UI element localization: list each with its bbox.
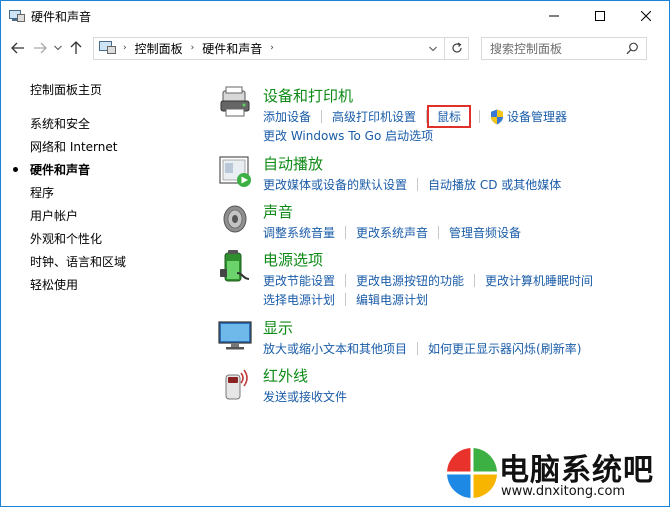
navigation-bar: › 控制面板 › 硬件和声音 › 搜索控制面板 (1, 31, 669, 65)
address-dropdown-button[interactable] (426, 41, 440, 57)
back-button[interactable] (7, 37, 29, 59)
nav-system-security[interactable]: 系统和安全 (30, 115, 90, 132)
autoplay-cd-link[interactable]: 自动播放 CD 或其他媒体 (428, 176, 561, 193)
make-text-larger-smaller-link[interactable]: 放大或缩小文本和其他项目 (263, 340, 407, 357)
link-divider (438, 226, 440, 239)
devices-printers-title[interactable]: 设备和打印机 (263, 85, 353, 106)
edit-power-plan-link[interactable]: 编辑电源计划 (356, 291, 428, 308)
breadcrumb-separator-icon: › (190, 43, 195, 53)
breadcrumb-hardware-sound[interactable]: 硬件和声音 (202, 40, 262, 57)
autoplay-icon (219, 156, 251, 187)
nav-hardware-sound[interactable]: 硬件和声音 (30, 161, 90, 178)
breadcrumb-separator-icon: › (123, 43, 127, 53)
mouse-link[interactable]: 鼠标 (437, 110, 461, 124)
adjust-system-volume-link[interactable]: 调整系统音量 (263, 224, 335, 241)
link-divider (417, 178, 419, 191)
up-button[interactable] (65, 37, 87, 59)
advanced-printer-setup-link[interactable]: 高级打印机设置 (332, 108, 416, 125)
infrared-icon (225, 369, 248, 400)
control-panel-icon (99, 40, 119, 56)
minimize-button[interactable] (531, 1, 577, 31)
send-receive-files-link[interactable]: 发送或接收文件 (263, 388, 347, 405)
window-title: 硬件和声音 (31, 9, 92, 24)
device-manager-link[interactable]: 设备管理器 (507, 108, 567, 125)
link-divider (345, 226, 347, 239)
close-button[interactable] (623, 1, 669, 31)
nav-user-accounts[interactable]: 用户帐户 (30, 207, 78, 224)
site-watermark: 电脑系统吧 www.dnxitong.com (443, 444, 665, 504)
windows-to-go-link[interactable]: 更改 Windows To Go 启动选项 (263, 127, 433, 144)
monitor-icon (218, 321, 252, 350)
fix-monitor-flicker-link[interactable]: 如何更正显示器闪烁(刷新率) (428, 340, 581, 357)
nav-network-internet[interactable]: 网络和 Internet (30, 138, 117, 155)
uac-shield-icon (491, 109, 504, 124)
forward-button[interactable] (29, 37, 51, 59)
link-divider (417, 342, 419, 355)
breadcrumb-separator-icon: › (270, 43, 274, 53)
manage-audio-devices-link[interactable]: 管理音频设备 (449, 224, 521, 241)
change-media-defaults-link[interactable]: 更改媒体或设备的默认设置 (263, 176, 407, 193)
hardware-sound-icon (9, 9, 25, 23)
nav-ease-of-access[interactable]: 轻松使用 (30, 276, 78, 293)
close-icon (641, 11, 651, 21)
current-page-bullet-icon (13, 167, 18, 172)
forward-arrow-icon (34, 42, 47, 54)
choose-power-plan-link[interactable]: 选择电源计划 (263, 291, 335, 308)
maximize-button[interactable] (577, 1, 623, 31)
refresh-icon (451, 42, 462, 53)
power-battery-icon (220, 250, 250, 282)
recent-locations-button[interactable] (51, 37, 65, 59)
link-divider (345, 293, 347, 306)
speaker-icon (223, 205, 247, 233)
infrared-title[interactable]: 红外线 (263, 365, 308, 386)
link-divider (474, 274, 476, 287)
search-input[interactable]: 搜索控制面板 (481, 36, 647, 60)
chevron-down-icon (54, 45, 62, 51)
windows-logo-icon (445, 446, 499, 500)
search-placeholder: 搜索控制面板 (490, 41, 563, 56)
change-power-saving-link[interactable]: 更改节能设置 (263, 272, 335, 289)
chevron-down-icon (429, 46, 437, 51)
watermark-site-name: 电脑系统吧 (499, 453, 654, 488)
change-sleep-time-link[interactable]: 更改计算机睡眠时间 (485, 272, 593, 289)
nav-clock-language-region[interactable]: 时钟、语言和区域 (30, 253, 126, 270)
display-title[interactable]: 显示 (263, 317, 293, 338)
add-device-link[interactable]: 添加设备 (263, 108, 311, 125)
refresh-button[interactable] (444, 37, 468, 59)
watermark-url: www.dnxitong.com (501, 484, 626, 499)
address-bar[interactable]: › 控制面板 › 硬件和声音 › (93, 36, 469, 60)
sound-title[interactable]: 声音 (263, 201, 293, 222)
control-panel-window: 硬件和声音 › 控制面板 › 硬件和声音 › 搜索控制面板 控制面板主页 系统和… (0, 0, 670, 507)
autoplay-title[interactable]: 自动播放 (263, 153, 323, 174)
link-divider (479, 110, 481, 123)
change-power-buttons-link[interactable]: 更改电源按钮的功能 (356, 272, 464, 289)
link-divider (321, 110, 323, 123)
nav-programs[interactable]: 程序 (30, 184, 54, 201)
maximize-icon (595, 11, 605, 21)
change-system-sounds-link[interactable]: 更改系统声音 (356, 224, 428, 241)
nav-appearance-personalization[interactable]: 外观和个性化 (30, 230, 102, 247)
minimize-icon (549, 15, 559, 17)
breadcrumb-control-panel[interactable]: 控制面板 (135, 40, 183, 57)
search-icon (626, 42, 638, 54)
link-divider (345, 274, 347, 287)
power-options-title[interactable]: 电源选项 (263, 249, 323, 270)
devices-printers-icon (220, 86, 250, 117)
back-arrow-icon (11, 42, 24, 54)
nav-control-panel-home[interactable]: 控制面板主页 (30, 81, 102, 98)
title-bar: 硬件和声音 (1, 1, 669, 31)
up-arrow-icon (70, 41, 82, 54)
mouse-highlight-box: 鼠标 (427, 105, 472, 128)
